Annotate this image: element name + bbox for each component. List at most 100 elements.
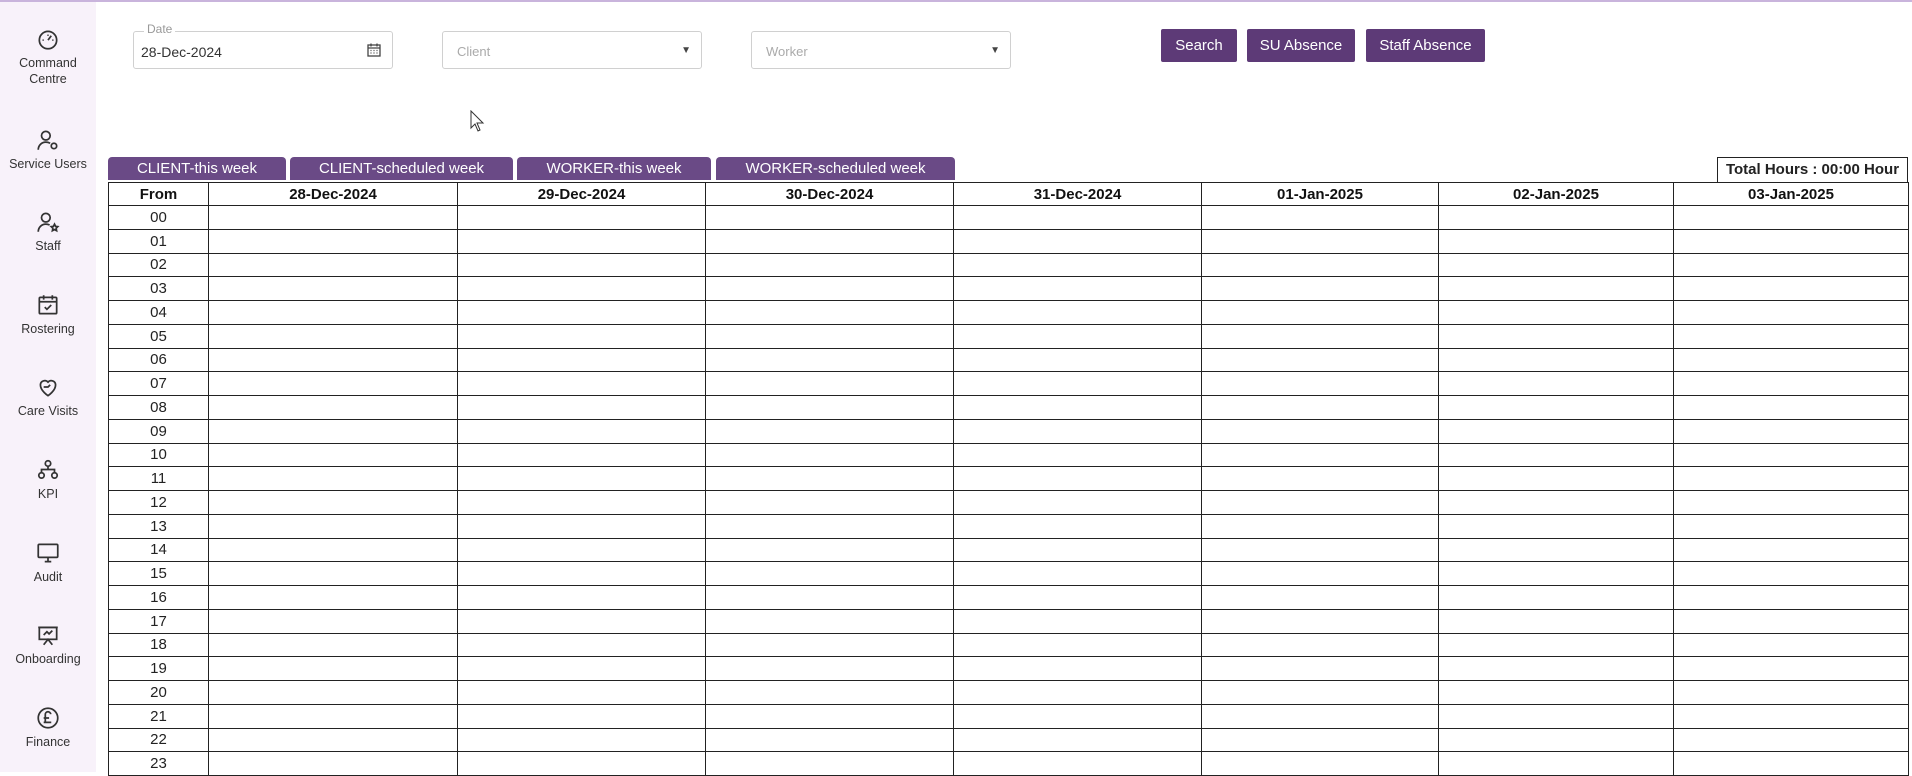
schedule-cell[interactable]	[208, 371, 458, 396]
schedule-cell[interactable]	[1201, 347, 1439, 373]
schedule-cell[interactable]	[457, 632, 706, 658]
schedule-cell[interactable]	[705, 490, 954, 515]
schedule-cell[interactable]	[953, 418, 1202, 444]
schedule-cell[interactable]	[953, 395, 1202, 420]
schedule-cell[interactable]	[705, 442, 954, 468]
schedule-cell[interactable]	[457, 442, 706, 468]
schedule-cell[interactable]	[1673, 418, 1909, 444]
schedule-cell[interactable]	[1201, 656, 1439, 681]
schedule-cell[interactable]	[457, 300, 706, 325]
schedule-cell[interactable]	[1201, 252, 1439, 278]
schedule-cell[interactable]	[1201, 585, 1439, 610]
schedule-cell[interactable]	[705, 466, 954, 491]
schedule-cell[interactable]	[1438, 228, 1674, 254]
schedule-cell[interactable]	[1673, 347, 1909, 373]
schedule-cell[interactable]	[1201, 513, 1439, 539]
schedule-cell[interactable]	[208, 276, 458, 301]
sidebar-item-staff[interactable]: Staff	[0, 209, 96, 254]
search-button[interactable]: Search	[1161, 29, 1237, 62]
schedule-cell[interactable]	[457, 561, 706, 586]
schedule-cell[interactable]	[1673, 513, 1909, 539]
schedule-cell[interactable]	[1673, 727, 1909, 753]
schedule-cell[interactable]	[457, 703, 706, 729]
schedule-cell[interactable]	[1673, 300, 1909, 325]
schedule-cell[interactable]	[1438, 347, 1674, 373]
schedule-cell[interactable]	[1438, 466, 1674, 491]
schedule-cell[interactable]	[953, 276, 1202, 301]
schedule-cell[interactable]	[208, 561, 458, 586]
schedule-cell[interactable]	[1438, 656, 1674, 681]
schedule-cell[interactable]	[705, 323, 954, 349]
sidebar-item-service-users[interactable]: Service Users	[0, 127, 96, 172]
staff-absence-button[interactable]: Staff Absence	[1366, 29, 1485, 62]
schedule-cell[interactable]	[457, 323, 706, 349]
schedule-cell[interactable]	[953, 561, 1202, 586]
schedule-cell[interactable]	[953, 228, 1202, 254]
schedule-cell[interactable]	[1201, 442, 1439, 468]
schedule-cell[interactable]	[1438, 561, 1674, 586]
schedule-cell[interactable]	[953, 608, 1202, 634]
schedule-cell[interactable]	[705, 680, 954, 705]
schedule-cell[interactable]	[1438, 727, 1674, 753]
schedule-cell[interactable]	[208, 228, 458, 254]
schedule-cell[interactable]	[1201, 727, 1439, 753]
schedule-cell[interactable]	[1673, 395, 1909, 420]
schedule-cell[interactable]	[953, 490, 1202, 515]
schedule-cell[interactable]	[705, 228, 954, 254]
schedule-cell[interactable]	[1673, 442, 1909, 468]
schedule-cell[interactable]	[457, 727, 706, 753]
schedule-cell[interactable]	[1201, 608, 1439, 634]
schedule-cell[interactable]	[1438, 323, 1674, 349]
schedule-cell[interactable]	[1673, 252, 1909, 278]
schedule-cell[interactable]	[1438, 300, 1674, 325]
schedule-cell[interactable]	[457, 466, 706, 491]
schedule-cell[interactable]	[1673, 632, 1909, 658]
schedule-cell[interactable]	[208, 442, 458, 468]
schedule-cell[interactable]	[208, 490, 458, 515]
schedule-cell[interactable]	[953, 537, 1202, 563]
schedule-cell[interactable]	[208, 632, 458, 658]
tab-worker-this-week[interactable]: WORKER-this week	[517, 157, 711, 180]
schedule-cell[interactable]	[457, 418, 706, 444]
schedule-cell[interactable]	[705, 513, 954, 539]
schedule-cell[interactable]	[457, 513, 706, 539]
tab-client-scheduled-week[interactable]: CLIENT-scheduled week	[290, 157, 513, 180]
schedule-cell[interactable]	[705, 276, 954, 301]
schedule-cell[interactable]	[1201, 680, 1439, 705]
schedule-cell[interactable]	[705, 252, 954, 278]
schedule-cell[interactable]	[457, 490, 706, 515]
schedule-cell[interactable]	[1673, 371, 1909, 396]
schedule-cell[interactable]	[705, 727, 954, 753]
sidebar-item-finance[interactable]: Finance	[0, 705, 96, 750]
schedule-cell[interactable]	[208, 418, 458, 444]
schedule-cell[interactable]	[208, 300, 458, 325]
schedule-cell[interactable]	[705, 537, 954, 563]
schedule-cell[interactable]	[1673, 561, 1909, 586]
schedule-cell[interactable]	[208, 680, 458, 705]
schedule-cell[interactable]	[208, 585, 458, 610]
schedule-cell[interactable]	[457, 656, 706, 681]
schedule-cell[interactable]	[1673, 703, 1909, 729]
schedule-cell[interactable]	[457, 680, 706, 705]
schedule-cell[interactable]	[457, 537, 706, 563]
schedule-cell[interactable]	[1438, 418, 1674, 444]
schedule-cell[interactable]	[457, 276, 706, 301]
sidebar-item-rostering[interactable]: Rostering	[0, 292, 96, 337]
schedule-cell[interactable]	[1673, 656, 1909, 681]
schedule-cell[interactable]	[1201, 537, 1439, 563]
schedule-cell[interactable]	[1673, 323, 1909, 349]
schedule-cell[interactable]	[1201, 371, 1439, 396]
schedule-cell[interactable]	[1438, 395, 1674, 420]
schedule-cell[interactable]	[1673, 490, 1909, 515]
schedule-cell[interactable]	[457, 252, 706, 278]
sidebar-item-command-centre[interactable]: Command Centre	[0, 26, 96, 87]
schedule-cell[interactable]	[1438, 205, 1674, 230]
schedule-cell[interactable]	[705, 703, 954, 729]
schedule-cell[interactable]	[1201, 632, 1439, 658]
schedule-cell[interactable]	[457, 585, 706, 610]
schedule-cell[interactable]	[457, 228, 706, 254]
schedule-cell[interactable]	[953, 442, 1202, 468]
schedule-cell[interactable]	[1673, 608, 1909, 634]
schedule-cell[interactable]	[705, 347, 954, 373]
schedule-cell[interactable]	[705, 656, 954, 681]
